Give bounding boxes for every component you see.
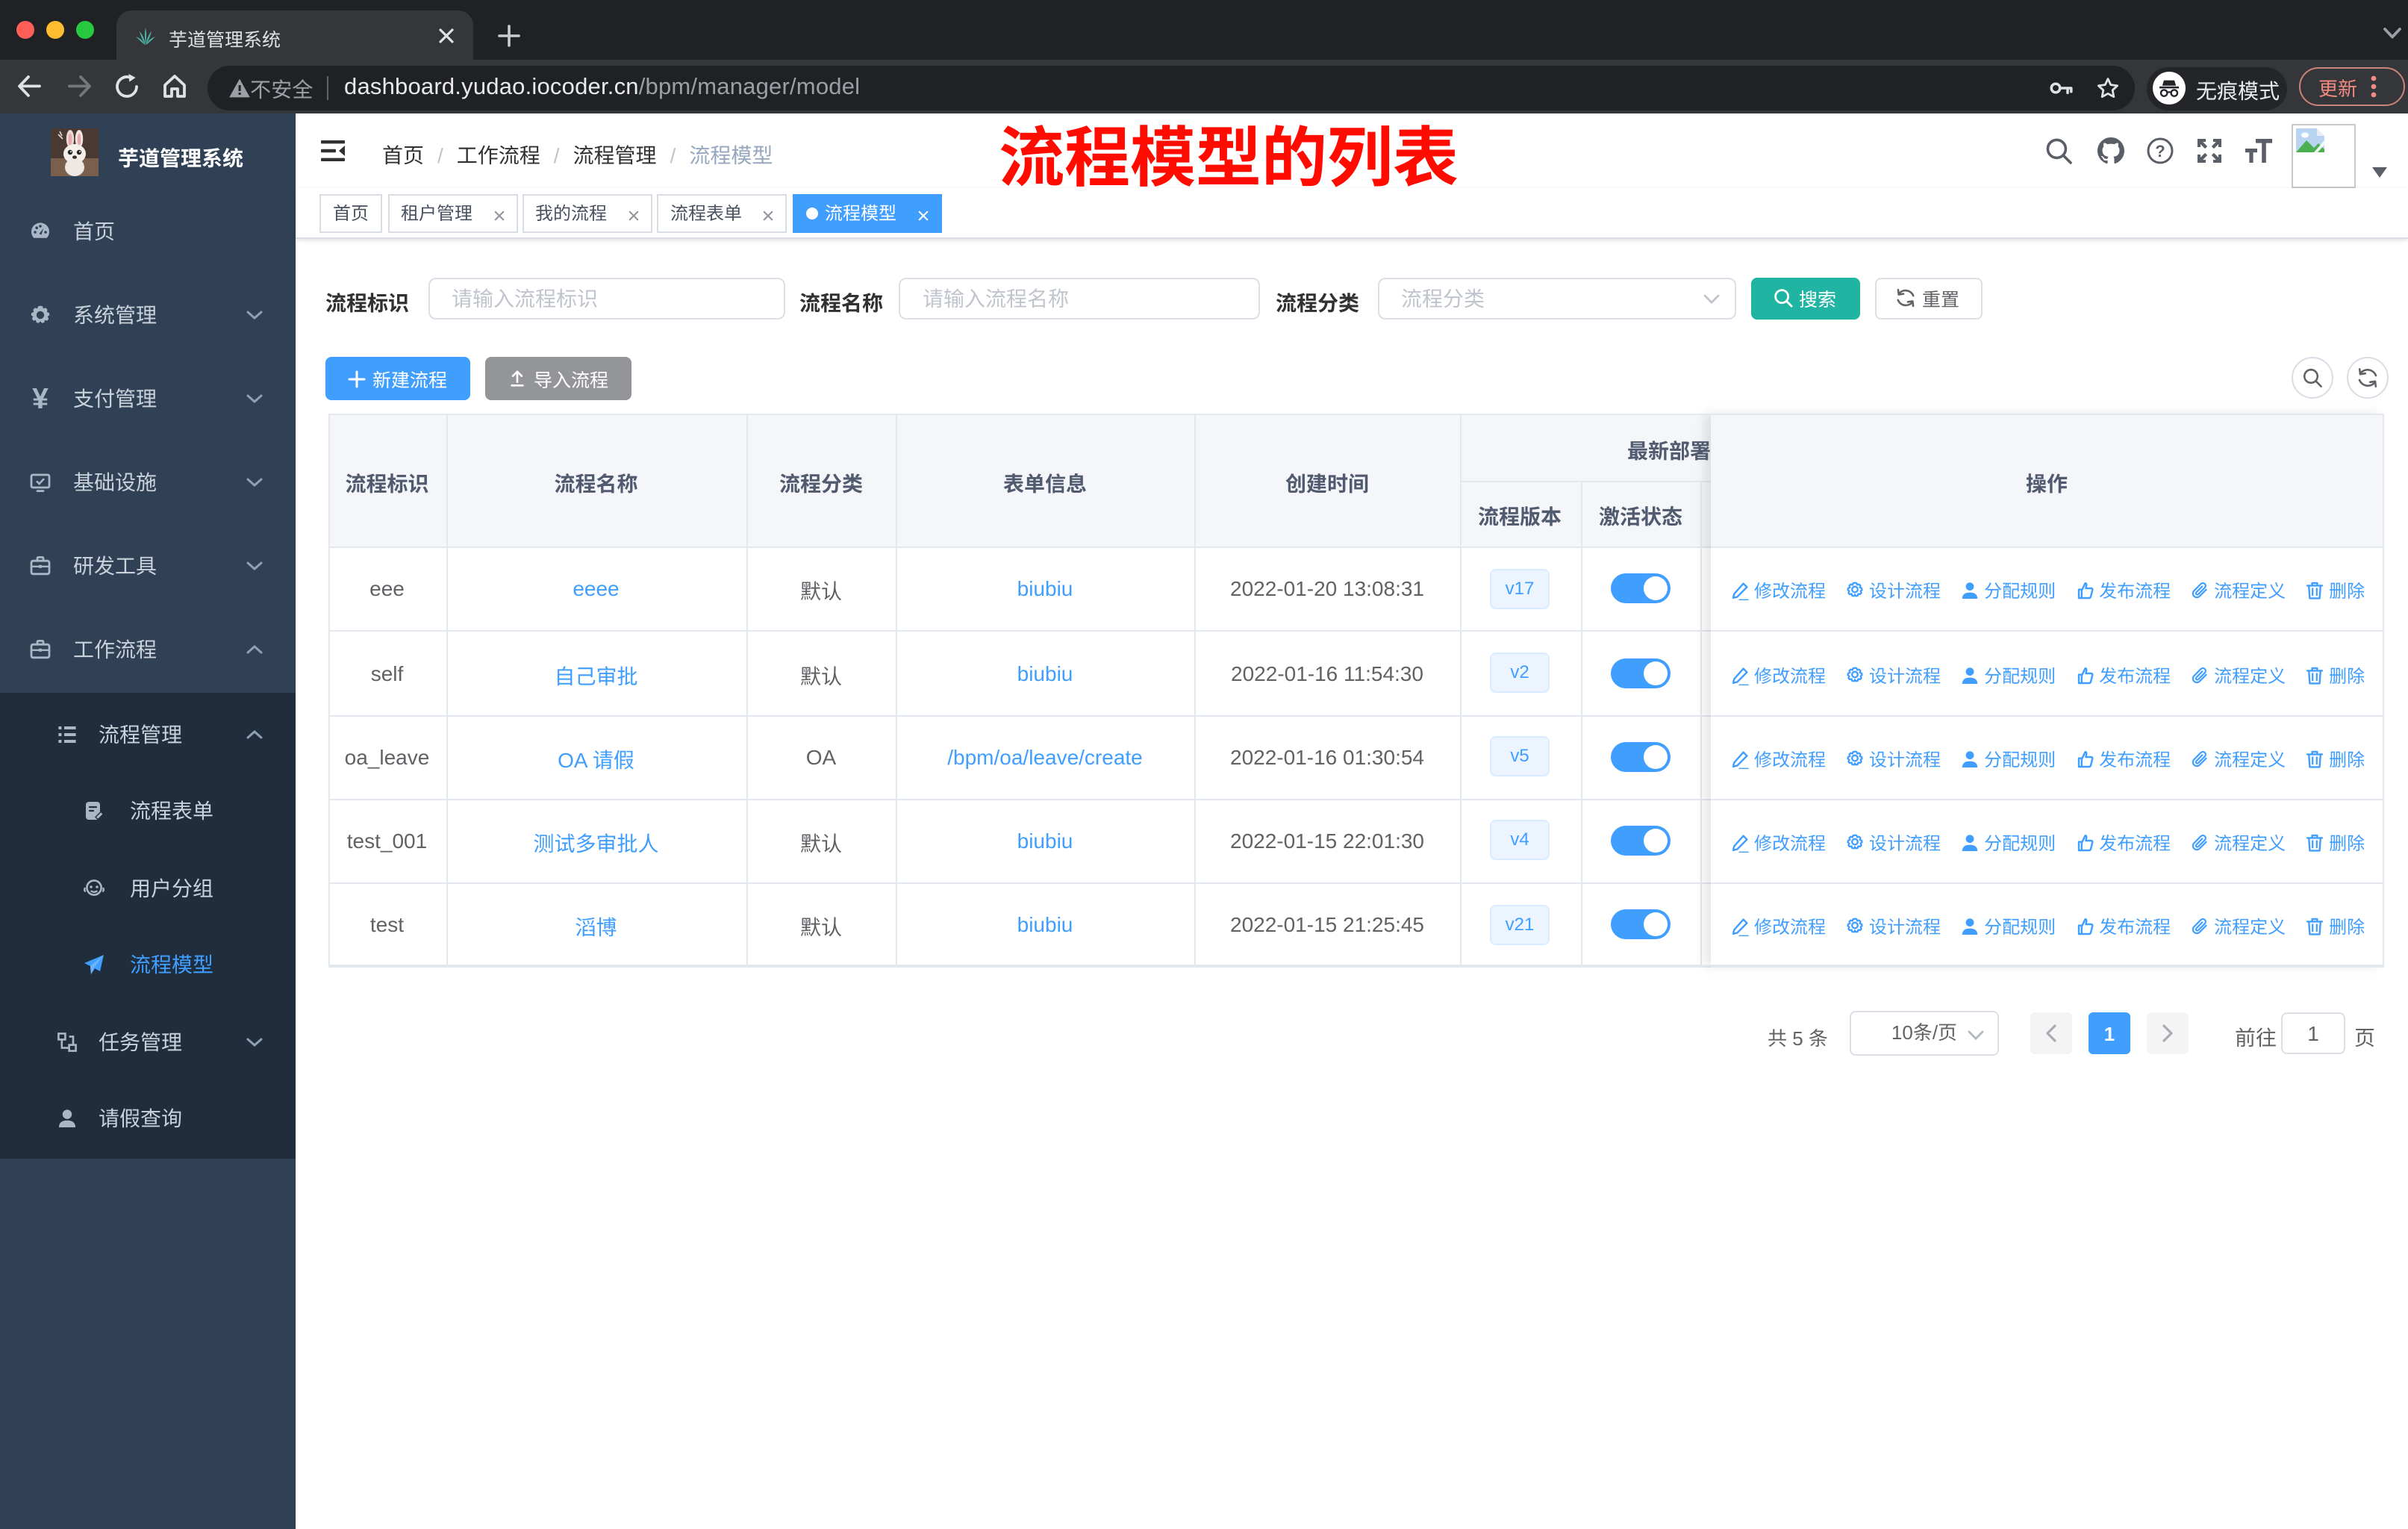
svg-text:?: ? [2155, 142, 2165, 161]
svg-text:¥: ¥ [32, 388, 49, 409]
